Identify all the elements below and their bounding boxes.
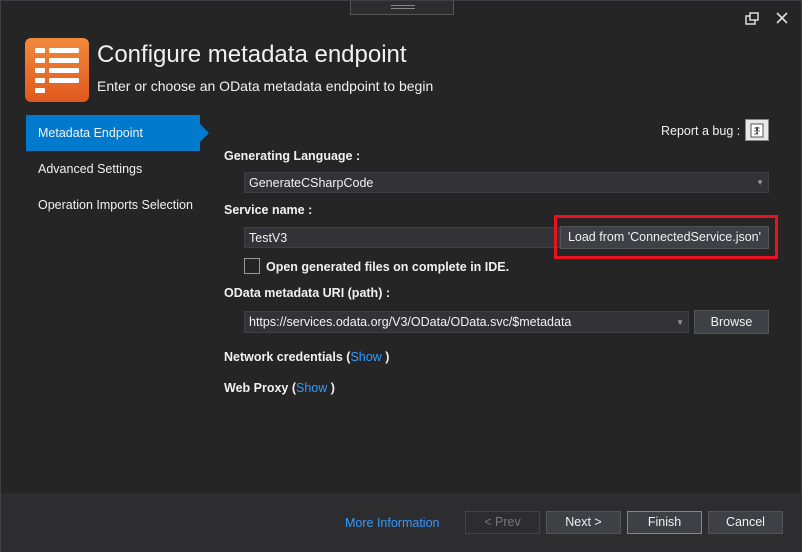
- service-name-label: Service name :: [224, 203, 313, 217]
- web-proxy-show-link[interactable]: Show: [296, 381, 327, 395]
- report-bug-icon[interactable]: !: [745, 119, 769, 141]
- web-proxy-label: Web Proxy (Show ): [224, 381, 335, 395]
- svg-text:!: !: [755, 126, 760, 137]
- dialog-window: Configure metadata endpoint Enter or cho…: [0, 0, 802, 552]
- next-button[interactable]: Next >: [546, 511, 621, 534]
- generating-language-value: GenerateCSharpCode: [249, 176, 374, 190]
- web-proxy-text: Web Proxy (: [224, 381, 297, 395]
- metadata-endpoint-icon: [25, 38, 89, 102]
- page-title: Configure metadata endpoint: [97, 41, 407, 68]
- network-credentials-text: Network credentials (: [224, 350, 351, 364]
- restore-icon[interactable]: [743, 11, 761, 29]
- browse-button[interactable]: Browse: [694, 310, 769, 334]
- window-drag-handle[interactable]: [350, 1, 454, 15]
- cancel-button[interactable]: Cancel: [708, 511, 783, 534]
- network-credentials-close: ): [381, 350, 390, 364]
- open-generated-files-checkbox[interactable]: [244, 258, 260, 274]
- finish-button[interactable]: Finish: [627, 511, 702, 534]
- page-subtitle: Enter or choose an OData metadata endpoi…: [97, 78, 434, 94]
- generating-language-label: Generating Language :: [224, 149, 361, 163]
- generating-language-select[interactable]: GenerateCSharpCode ▼: [244, 172, 769, 193]
- metadata-uri-label: OData metadata URI (path) :: [224, 286, 390, 300]
- nav-item-metadata-endpoint[interactable]: Metadata Endpoint: [26, 115, 209, 151]
- chevron-down-icon: ▼: [676, 318, 684, 327]
- highlight-box: [554, 215, 778, 259]
- web-proxy-close: ): [327, 381, 335, 395]
- report-bug-label: Report a bug :: [661, 124, 741, 138]
- wizard-nav: Metadata Endpoint Advanced Settings Oper…: [26, 115, 210, 223]
- chevron-down-icon: ▼: [756, 178, 764, 187]
- metadata-uri-value: https://services.odata.org/V3/OData/ODat…: [249, 315, 572, 329]
- network-credentials-show-link[interactable]: Show: [350, 350, 381, 364]
- close-icon[interactable]: [773, 11, 791, 29]
- service-name-input[interactable]: TestV3: [244, 227, 560, 248]
- nav-item-advanced-settings[interactable]: Advanced Settings: [26, 151, 200, 187]
- network-credentials-label: Network credentials (Show ): [224, 350, 389, 364]
- metadata-uri-combobox[interactable]: https://services.odata.org/V3/OData/ODat…: [244, 311, 689, 333]
- open-generated-files-label: Open generated files on complete in IDE.: [266, 260, 510, 274]
- nav-item-operation-imports[interactable]: Operation Imports Selection: [26, 187, 200, 223]
- prev-button[interactable]: < Prev: [465, 511, 540, 534]
- more-information-link[interactable]: More Information: [345, 516, 439, 530]
